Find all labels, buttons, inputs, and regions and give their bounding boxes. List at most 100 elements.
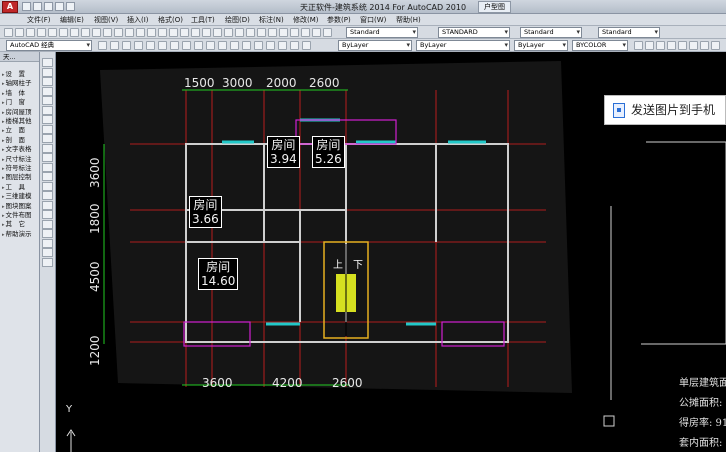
properties-tool-icon[interactable] [700,41,709,50]
menu-item[interactable]: 修改(M) [293,15,319,25]
draw-tool-icon[interactable] [42,143,53,153]
workspace-select[interactable]: AutoCAD 经典 [6,40,92,51]
menu-item[interactable]: 工具(T) [191,15,215,25]
draw-tool-icon[interactable] [42,67,53,77]
layer-tool-icon[interactable] [266,41,275,50]
draw-tool-icon[interactable] [42,58,53,67]
draw-tool-icon[interactable] [42,229,53,238]
menu-item[interactable]: 帮助(H) [396,15,421,25]
draw-tool-icon[interactable] [42,257,53,267]
toolbar-tool-icon[interactable] [290,28,299,37]
layer-tool-icon[interactable] [194,41,203,50]
room-label[interactable]: 房间 5.26 [312,136,345,168]
menu-item[interactable]: 编辑(E) [60,15,84,25]
properties-tool-icon[interactable] [667,41,676,50]
menu-item[interactable]: 插入(I) [127,15,149,25]
layer-tool-icon[interactable] [170,41,179,50]
toolbar-tool-icon[interactable] [125,28,134,37]
text-style-select[interactable]: Standard [346,27,418,38]
layer-tool-icon[interactable] [218,41,227,50]
layer-tool-icon[interactable] [122,41,131,50]
toolbar-tool-icon[interactable] [15,28,24,37]
draw-tool-icon[interactable] [42,210,53,219]
toolbar-tool-icon[interactable] [301,28,310,37]
toolbar-tool-icon[interactable] [158,28,167,37]
menu-item[interactable]: 参数(P) [327,15,351,25]
application-menu-button[interactable]: A [2,1,18,13]
toolbar-tool-icon[interactable] [136,28,145,37]
toolbar-tool-icon[interactable] [191,28,200,37]
menu-item[interactable]: 绘图(D) [225,15,250,25]
room-label[interactable]: 房间 14.60 [198,258,239,290]
toolbar-tool-icon[interactable] [323,28,332,37]
properties-tool-icon[interactable] [645,41,654,50]
menu-item[interactable]: 文件(F) [27,15,51,25]
toolbar-tool-icon[interactable] [37,28,46,37]
menu-item[interactable]: 窗口(W) [360,15,386,25]
layer-tool-icon[interactable] [98,41,107,50]
toolbar-tool-icon[interactable] [169,28,178,37]
toolbar-tool-icon[interactable] [4,28,13,37]
side-menu-item[interactable]: 帮助演示 [2,228,32,238]
properties-tool-icon[interactable] [634,41,643,50]
properties-tool-icon[interactable] [689,41,698,50]
toolbar-tool-icon[interactable] [213,28,222,37]
layer-tool-icon[interactable] [182,41,191,50]
toolbar-tool-icon[interactable] [246,28,255,37]
draw-tool-icon[interactable] [42,191,53,200]
menu-item[interactable]: 视图(V) [94,15,118,25]
layer-tool-icon[interactable] [206,41,215,50]
draw-tool-icon[interactable] [42,219,53,229]
room-label[interactable]: 房间 3.94 [267,136,300,168]
layer-tool-icon[interactable] [134,41,143,50]
toolbar-tool-icon[interactable] [279,28,288,37]
layer-tool-icon[interactable] [302,41,311,50]
toolbar-tool-icon[interactable] [235,28,244,37]
undo-icon[interactable] [55,2,64,11]
draw-tool-icon[interactable] [42,77,53,86]
properties-tool-icon[interactable] [656,41,665,50]
lineweight-select[interactable]: ByLayer [514,40,568,51]
layer-tool-icon[interactable] [158,41,167,50]
layer-tool-icon[interactable] [110,41,119,50]
draw-tool-icon[interactable] [42,248,53,257]
drawing-tab[interactable]: 户型图 [478,1,511,13]
toolbar-tool-icon[interactable] [48,28,57,37]
properties-tool-icon[interactable] [711,41,720,50]
send-to-phone-button[interactable]: 发送图片到手机 [604,95,726,125]
draw-tool-icon[interactable] [42,96,53,105]
open-file-icon[interactable] [33,2,42,11]
layer-tool-icon[interactable] [290,41,299,50]
dim-style-select[interactable]: STANDARD [438,27,510,38]
drawing-canvas[interactable]: 1500 3000 2000 2600 3600 4200 2600 3600 … [56,52,726,452]
toolbar-tool-icon[interactable] [59,28,68,37]
toolbar-tool-icon[interactable] [180,28,189,37]
layer-tool-icon[interactable] [278,41,287,50]
draw-tool-icon[interactable] [42,86,53,96]
table-style-select[interactable]: Standard [520,27,582,38]
menu-item[interactable]: 格式(O) [158,15,183,25]
draw-tool-icon[interactable] [42,105,53,115]
toolbar-tool-icon[interactable] [81,28,90,37]
save-icon[interactable] [44,2,53,11]
draw-tool-icon[interactable] [42,124,53,134]
menu-item[interactable]: 标注(N) [259,15,284,25]
room-label[interactable]: 房间 3.66 [189,196,222,228]
toolbar-tool-icon[interactable] [147,28,156,37]
toolbar-tool-icon[interactable] [202,28,211,37]
draw-tool-icon[interactable] [42,153,53,162]
draw-tool-icon[interactable] [42,115,53,124]
toolbar-tool-icon[interactable] [224,28,233,37]
toolbar-tool-icon[interactable] [103,28,112,37]
toolbar-tool-icon[interactable] [312,28,321,37]
plot-style-select[interactable]: BYCOLOR [572,40,628,51]
layer-color-select[interactable]: ByLayer [338,40,412,51]
draw-tool-icon[interactable] [42,238,53,248]
toolbar-tool-icon[interactable] [257,28,266,37]
properties-tool-icon[interactable] [678,41,687,50]
linetype-select[interactable]: ByLayer [416,40,510,51]
layer-tool-icon[interactable] [254,41,263,50]
draw-tool-icon[interactable] [42,172,53,181]
new-file-icon[interactable] [22,2,31,11]
toolbar-tool-icon[interactable] [70,28,79,37]
